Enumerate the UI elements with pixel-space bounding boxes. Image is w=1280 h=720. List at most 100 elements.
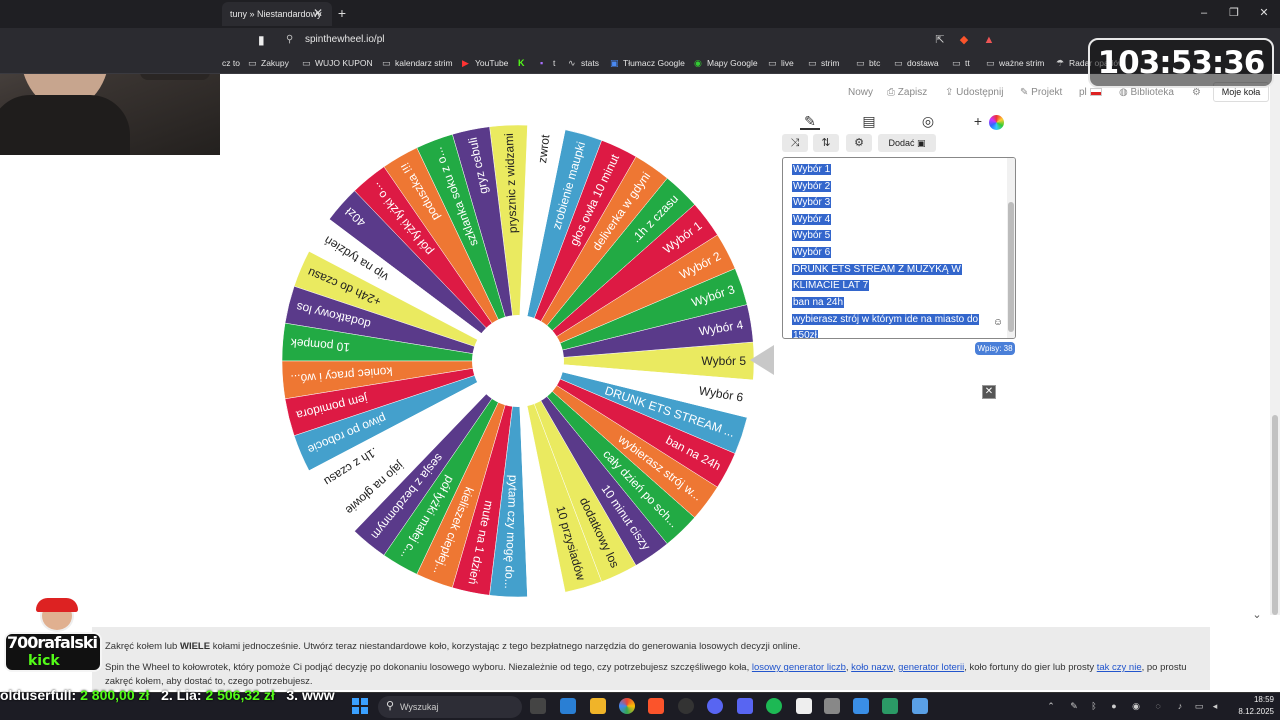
wheel-pointer [750, 345, 774, 375]
explorer-app-icon[interactable] [560, 698, 576, 714]
bookmark-item[interactable]: K [518, 56, 531, 70]
bookmark-item[interactable]: ▣ Tłumacz Google [610, 56, 685, 70]
menu-project-label: Projekt [1031, 87, 1063, 98]
volume-icon[interactable]: ◂ [1209, 699, 1221, 713]
folder-icon: ▭ [856, 58, 865, 68]
clock-time: 18:59 [1253, 695, 1274, 704]
shuffle-button[interactable]: ⤨ [782, 134, 808, 152]
chevron-down-icon[interactable]: ⌄ [1250, 608, 1264, 622]
link-lottery[interactable]: generator loterii [898, 662, 964, 673]
calculator-app-icon[interactable] [824, 698, 840, 714]
wheel-segment-label: Wybór 5 [701, 354, 746, 368]
bookmark-item[interactable]: ▭ ważne strim [986, 56, 1044, 70]
add-plus-icon[interactable]: + [968, 112, 988, 130]
new-tab-icon[interactable]: + [335, 5, 349, 21]
bookmark-item[interactable]: ▪ t [540, 56, 555, 70]
entries-scrollbar-thumb[interactable] [1008, 202, 1014, 332]
bookmark-item[interactable]: ▭ dostawa [894, 56, 939, 70]
microphone-icon[interactable]: ♪ [1174, 699, 1186, 713]
clipboard-icon[interactable]: ▤ [859, 112, 879, 130]
page-scrollbar[interactable] [1270, 75, 1280, 615]
menu-library-label: Biblioteka [1130, 87, 1174, 98]
app-icon[interactable] [882, 698, 898, 714]
flag-pl-icon [1089, 88, 1102, 97]
entry-line: DRUNK ETS STREAM Z MUZYKĄ W [792, 264, 962, 275]
spotify-app-icon[interactable] [766, 698, 782, 714]
bookmark-item[interactable]: ▭ Zakupy [248, 56, 289, 70]
app-icon[interactable] [707, 698, 723, 714]
bookmark-item[interactable]: ▭ btc [856, 56, 880, 70]
settings-icon[interactable]: ⚙ [1192, 86, 1201, 100]
wheel-svg[interactable]: Wybór 5Wybór 4Wybór 3Wybór 2Wybór 1.1h z… [279, 122, 757, 600]
brave-shield-icon[interactable]: ◆ [957, 33, 971, 47]
add-image-button[interactable]: Dodać ▣ [878, 134, 936, 152]
emoji-icon[interactable]: ☺ [992, 317, 1004, 329]
tab-close-icon[interactable]: ✕ [312, 6, 324, 20]
network-icon[interactable]: ▭ [1193, 699, 1205, 713]
settings-gear-button[interactable]: ⚙ [846, 134, 872, 152]
screen: Nowy ⎙ Zapisz ⇪ Udostępnij ✎ Projekt pl … [0, 0, 1280, 720]
wheel-center[interactable] [472, 315, 564, 407]
bookmark-item[interactable]: ▶ YouTube [462, 56, 508, 70]
app-icon[interactable] [796, 698, 812, 714]
bookmark-item[interactable]: ▭ live [768, 56, 794, 70]
donor-name: 3. www [286, 687, 335, 703]
entry-line: Wybór 1 [792, 164, 832, 175]
edit-pencil-icon[interactable]: ✎ [800, 112, 820, 130]
discord-app-icon[interactable] [737, 698, 753, 714]
description-line-1: Zakręć kołem lub WIELE kołami jednocześn… [105, 641, 801, 652]
bookmark-item[interactable]: ▭ kalendarz strim [382, 56, 453, 70]
sort-button[interactable]: ⇅ [813, 134, 839, 152]
close-window-icon[interactable]: ✕ [1252, 4, 1276, 22]
task-view-icon[interactable] [530, 698, 546, 714]
folder-icon: ▭ [248, 58, 257, 68]
bookmark-item[interactable]: cz to [222, 56, 240, 70]
menu-project[interactable]: ✎ Projekt [1020, 86, 1062, 100]
bookmark-item[interactable]: ▭ WUJO KUPON [302, 56, 373, 70]
menu-new[interactable]: Nowy [848, 86, 873, 100]
hide-eye-icon[interactable]: ◎ [918, 112, 938, 130]
app-icon[interactable] [853, 698, 869, 714]
link-yes-no[interactable]: tak czy nie [1097, 662, 1142, 673]
description-bold: WIELE [179, 641, 211, 652]
tray-app-icon[interactable]: ◌ [1152, 699, 1164, 713]
minimize-icon[interactable]: – [1192, 4, 1216, 22]
bookmark-item[interactable]: ▭ tt [952, 56, 970, 70]
taskbar-clock[interactable]: 18:59 8.12.2025 [1226, 694, 1274, 718]
entries-scrollbar[interactable] [1007, 158, 1015, 338]
tray-app-icon[interactable]: ✎ [1068, 699, 1080, 713]
entries-textarea[interactable]: Wybór 1 Wybór 2 Wybór 3 Wybór 4 Wybór 5 … [782, 157, 1016, 339]
rewards-icon[interactable]: ▲ [982, 33, 996, 47]
site-info-icon[interactable]: ⚲ [286, 34, 296, 46]
menu-library[interactable]: ◍ Biblioteka [1119, 86, 1174, 100]
bookmark-item[interactable]: ▭ strim [808, 56, 839, 70]
brave-app-icon[interactable] [648, 698, 664, 714]
bluetooth-icon[interactable]: ᛒ [1088, 699, 1100, 713]
bookmark-item[interactable]: ∿ stats [568, 56, 599, 70]
stream-timer: 103:53:36 [1088, 38, 1274, 88]
color-wheel-icon[interactable] [986, 112, 1006, 130]
menu-save[interactable]: ⎙ Zapisz [887, 86, 927, 100]
folder-icon: ▭ [382, 58, 391, 68]
menu-share[interactable]: ⇪ Udostępnij [945, 86, 1003, 100]
link-random-number[interactable]: losowy generator liczb [752, 662, 846, 673]
tray-app-icon[interactable]: ● [1108, 699, 1120, 713]
shuffle-icon: ⤨ [790, 137, 800, 149]
close-icon[interactable]: ✕ [982, 385, 996, 399]
chrome-app-icon[interactable] [619, 698, 635, 714]
bookmark-icon[interactable]: ▮ [258, 33, 270, 47]
stats-icon: ∿ [568, 58, 576, 68]
steam-icon[interactable]: ◉ [1130, 699, 1142, 713]
menu-language[interactable]: pl [1079, 86, 1102, 100]
bookmark-item[interactable]: ◉ Mapy Google [694, 56, 758, 70]
maximize-icon[interactable]: ❐ [1222, 4, 1246, 22]
obs-app-icon[interactable] [678, 698, 694, 714]
page-scrollbar-thumb[interactable] [1272, 415, 1278, 615]
url-field[interactable]: spinthewheel.io/pl [305, 33, 385, 47]
notepad-app-icon[interactable] [912, 698, 928, 714]
folder-app-icon[interactable] [590, 698, 606, 714]
tray-chevron-icon[interactable]: ⌃ [1045, 699, 1057, 713]
link-name-wheel[interactable]: koło nazw [851, 662, 893, 673]
share-page-icon[interactable]: ⇱ [933, 33, 947, 47]
wheel[interactable]: Wybór 5 Wybór 4 Wybór 3 Wybór 2 Wybór 1.1h z… [279, 122, 757, 600]
